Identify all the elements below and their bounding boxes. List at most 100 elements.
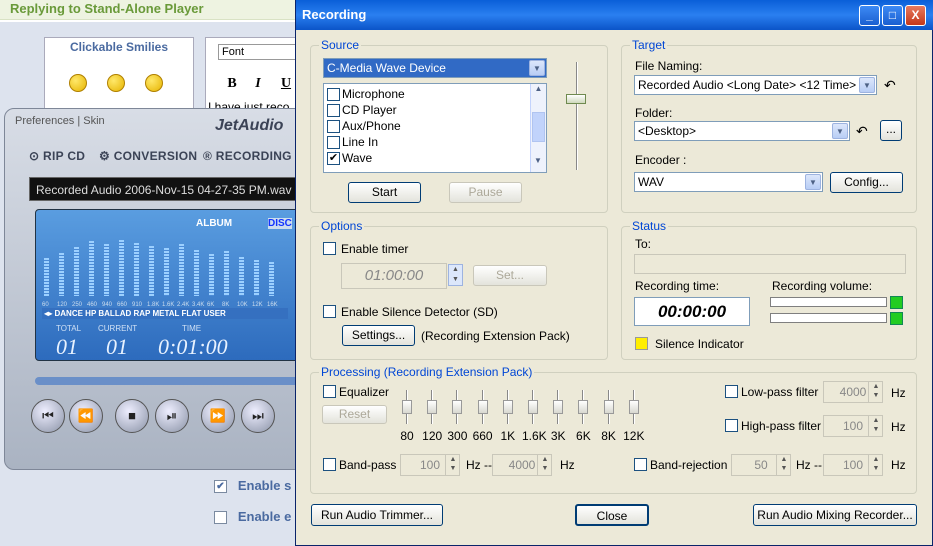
- font-select[interactable]: Font: [218, 44, 298, 60]
- close-button[interactable]: Close: [575, 504, 649, 526]
- silence-indicator-icon: [635, 337, 648, 350]
- italic-button[interactable]: I: [248, 74, 268, 94]
- processing-heading: Processing (Recording Extension Pack): [319, 365, 535, 379]
- close-icon[interactable]: X: [905, 5, 926, 26]
- status-heading: Status: [630, 219, 669, 233]
- highpass-checkbox[interactable]: [725, 419, 738, 432]
- bandrejection-checkbox[interactable]: [634, 458, 647, 471]
- source-input-checkbox[interactable]: [327, 136, 340, 150]
- option-row[interactable]: Enable e: [214, 509, 291, 525]
- current-value: 01: [106, 334, 128, 359]
- eq-band-slider[interactable]: [502, 400, 513, 414]
- eq-band-slider[interactable]: [528, 400, 538, 414]
- bandpass-to-spinner[interactable]: ▲ ▼: [537, 455, 552, 475]
- browse-button[interactable]: ...: [880, 120, 902, 141]
- bandrejection-from-spinner[interactable]: ▲ ▼: [776, 455, 791, 475]
- fast-forward-icon[interactable]: ⏩: [201, 399, 235, 433]
- message-editor[interactable]: Font B I U I have just reco: [205, 37, 305, 117]
- seek-bar[interactable]: [35, 377, 305, 385]
- source-input-list[interactable]: Microphone CD Player Aux/Phone Line In ✔ Wave…: [323, 83, 547, 173]
- eq-band-slider[interactable]: [628, 400, 639, 414]
- option-row[interactable]: ✔ Enable s: [214, 478, 291, 494]
- run-audio-mixing-recorder-button[interactable]: Run Audio Mixing Recorder...: [753, 504, 917, 526]
- undo-icon[interactable]: ↶: [856, 123, 868, 140]
- eq-band-slider[interactable]: [427, 400, 438, 414]
- bandpass-from-spinner[interactable]: ▲ ▼: [445, 455, 460, 475]
- preferences-link[interactable]: Preferences | Skin: [15, 115, 105, 127]
- tab-conversion[interactable]: ⚙ CONVERSION: [99, 149, 197, 171]
- bandpass-checkbox[interactable]: [323, 458, 336, 471]
- enable-silence-checkbox[interactable]: [323, 305, 336, 318]
- settings-button[interactable]: Settings...: [342, 325, 415, 346]
- timer-spinner[interactable]: ▲ ▼: [448, 264, 463, 286]
- source-volume-slider[interactable]: [566, 94, 586, 104]
- pause-button[interactable]: Pause: [449, 182, 522, 203]
- play-pause-icon[interactable]: ⏯: [155, 399, 189, 433]
- smiley-icon[interactable]: [69, 74, 87, 92]
- checkbox[interactable]: [214, 511, 227, 525]
- chevron-down-icon[interactable]: ▼: [832, 123, 848, 139]
- smilies-panel: Clickable Smilies: [44, 37, 194, 117]
- lowpass-checkbox[interactable]: [725, 385, 738, 398]
- undo-icon[interactable]: ↶: [884, 77, 896, 94]
- checkbox[interactable]: ✔: [214, 480, 227, 494]
- scroll-up-icon[interactable]: ▲: [531, 84, 546, 100]
- eq-band-slider[interactable]: [477, 400, 488, 414]
- source-input-label: CD Player: [342, 103, 397, 117]
- reset-button[interactable]: Reset: [322, 405, 387, 424]
- source-input-checkbox[interactable]: [327, 120, 340, 134]
- eq-presets[interactable]: ◂▸ DANCE HP BALLAD RAP METAL FLAT USER: [42, 308, 288, 319]
- chevron-down-icon[interactable]: ▼: [805, 174, 821, 190]
- underline-button[interactable]: U: [276, 74, 296, 94]
- chevron-down-icon[interactable]: ▼: [859, 77, 875, 93]
- bandrejection-to-spinner[interactable]: ▲ ▼: [868, 455, 883, 475]
- smiley-icon[interactable]: [107, 74, 125, 92]
- minimize-icon[interactable]: _: [859, 5, 880, 26]
- scroll-thumb[interactable]: [532, 112, 545, 142]
- bold-button[interactable]: B: [222, 74, 242, 94]
- folder-select[interactable]: <Desktop> ▼: [634, 121, 850, 141]
- rewind-icon[interactable]: ⏪: [69, 399, 103, 433]
- run-audio-trimmer-button[interactable]: Run Audio Trimmer...: [311, 504, 443, 526]
- eq-band-label: 12K: [623, 429, 645, 443]
- eq-band-slider[interactable]: [402, 400, 412, 414]
- start-button[interactable]: Start: [348, 182, 421, 203]
- maximize-icon[interactable]: □: [882, 5, 903, 26]
- scrollbar[interactable]: ▲ ▼: [530, 84, 546, 172]
- eq-band-slider[interactable]: [452, 400, 463, 414]
- source-input-item[interactable]: CD Player: [327, 103, 397, 118]
- encoder-select[interactable]: WAV ▼: [634, 172, 823, 192]
- eq-band-slider[interactable]: [553, 400, 564, 414]
- config-button[interactable]: Config...: [830, 172, 903, 193]
- equalizer-checkbox[interactable]: [323, 385, 336, 398]
- eq-band-slider[interactable]: [578, 400, 589, 414]
- tab-recording[interactable]: ® RECORDING: [203, 149, 292, 171]
- source-input-checkbox[interactable]: [327, 88, 340, 102]
- album-label[interactable]: ALBUM: [196, 218, 232, 229]
- lowpass-spinner[interactable]: ▲ ▼: [868, 382, 883, 402]
- led-left: [890, 296, 903, 309]
- source-input-checkbox[interactable]: ✔: [327, 152, 340, 166]
- stop-icon[interactable]: ■: [115, 399, 149, 433]
- eq-band-slider[interactable]: [603, 400, 614, 414]
- previous-track-icon[interactable]: ⏮: [31, 399, 65, 433]
- smiley-icon[interactable]: [145, 74, 163, 92]
- file-naming-select[interactable]: Recorded Audio <Long Date> <12 Time> ▼: [634, 75, 877, 95]
- source-device-select[interactable]: C-Media Wave Device ▼: [323, 58, 547, 78]
- source-input-item[interactable]: Microphone: [327, 87, 405, 102]
- enable-timer-checkbox[interactable]: [323, 242, 336, 255]
- disc-label[interactable]: DISC: [268, 218, 292, 229]
- tab-rip-cd[interactable]: ⊙ RIP CD: [29, 149, 85, 171]
- source-input-item[interactable]: Aux/Phone: [327, 119, 401, 134]
- equalizer-label: Equalizer: [339, 385, 390, 399]
- next-track-icon[interactable]: ⏭: [241, 399, 275, 433]
- chevron-down-icon[interactable]: ▼: [529, 60, 545, 76]
- hz-dash-label: Hz --: [466, 458, 492, 472]
- source-input-checkbox[interactable]: [327, 104, 340, 118]
- scroll-down-icon[interactable]: ▼: [531, 156, 545, 172]
- timer-field[interactable]: 01:00:00: [341, 263, 447, 289]
- source-input-item[interactable]: ✔ Wave: [327, 151, 372, 166]
- highpass-spinner[interactable]: ▲ ▼: [868, 416, 883, 436]
- source-input-item[interactable]: Line In: [327, 135, 378, 150]
- set-button[interactable]: Set...: [473, 265, 547, 286]
